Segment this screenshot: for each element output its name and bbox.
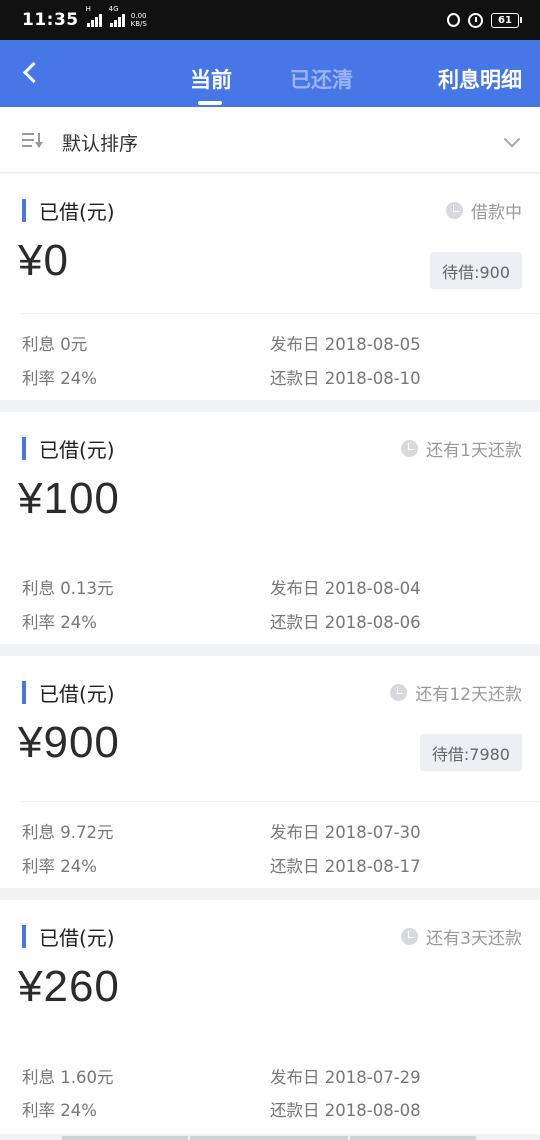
interest-rate: 利率 24% (22, 1101, 97, 1120)
loan-card[interactable]: 已借(元) 还有3天还款 ¥260 利息 1.60元 发布日 2018-07-2… (0, 900, 540, 1134)
chevron-down-icon[interactable] (503, 130, 521, 148)
top-nav-bar: 当前 已还清 利息明细 (0, 40, 540, 107)
status-time: 11:35 (22, 10, 79, 30)
repay-date: 还款日 2018-08-17 (270, 857, 421, 876)
borrowed-amount: ¥900 (18, 718, 120, 767)
alarm-icon (468, 12, 483, 28)
loan-status: 还有12天还款 (390, 680, 522, 705)
title-accent-bar (22, 924, 26, 948)
tab-paid-off[interactable]: 已还清 (290, 64, 353, 94)
repay-date: 还款日 2018-08-08 (270, 1101, 421, 1120)
borrowed-amount: ¥260 (18, 962, 120, 1011)
pending-badge: 待借:7980 (419, 734, 522, 771)
issue-date: 发布日 2018-08-05 (270, 335, 421, 354)
divider (22, 801, 540, 802)
title-accent-bar (22, 680, 26, 704)
card-title: 已借(元) (22, 198, 115, 224)
clock-icon (446, 202, 463, 219)
card-title: 已借(元) (22, 924, 115, 950)
card-title: 已借(元) (22, 680, 115, 706)
repay-date: 还款日 2018-08-10 (270, 369, 421, 388)
loan-card[interactable]: 已借(元) 借款中 ¥0 待借:900 利息 0元 发布日 2018-08-05… (0, 174, 540, 400)
clock-icon (390, 684, 408, 701)
clock-icon (401, 440, 419, 457)
issue-date: 发布日 2018-08-04 (270, 579, 421, 598)
card-title: 已借(元) (22, 436, 115, 462)
loan-card[interactable]: 已借(元) 还有1天还款 ¥100 利息 0.13元 发布日 2018-08-0… (0, 412, 540, 644)
issue-date: 发布日 2018-07-30 (270, 823, 421, 842)
interest-value: 利息 0.13元 (22, 579, 114, 598)
repay-date: 还款日 2018-08-06 (270, 613, 421, 632)
interest-rate: 利率 24% (22, 857, 97, 876)
status-bar: 11:35 H 4G 0.00 KB/S 61 (0, 0, 540, 40)
borrowed-amount: ¥0 (18, 236, 69, 285)
interest-value: 利息 9.72元 (22, 823, 114, 842)
battery-icon: 61 (491, 12, 522, 28)
sort-bar[interactable]: 默认排序 (0, 107, 540, 173)
lock-icon (447, 13, 460, 27)
network-speed: 0.00 KB/S (130, 12, 147, 28)
active-tab-indicator (198, 101, 222, 105)
loan-status: 还有1天还款 (401, 436, 522, 461)
scroll-indicator (0, 1134, 540, 1140)
signal-4g-icon: 4G (109, 5, 125, 27)
battery-level: 61 (491, 12, 519, 28)
interest-value: 利息 1.60元 (22, 1068, 114, 1087)
tab-current[interactable]: 当前 (190, 64, 232, 94)
loan-status: 借款中 (446, 198, 522, 223)
pending-badge: 待借:900 (430, 252, 522, 289)
sort-icon (22, 133, 44, 149)
interest-rate: 利率 24% (22, 369, 97, 388)
interest-rate: 利率 24% (22, 613, 97, 632)
loan-card[interactable]: 已借(元) 还有12天还款 ¥900 待借:7980 利息 9.72元 发布日 … (0, 656, 540, 888)
loan-status: 还有3天还款 (401, 924, 522, 949)
interest-details-link[interactable]: 利息明细 (438, 64, 522, 94)
interest-value: 利息 0元 (22, 335, 88, 354)
title-accent-bar (22, 198, 26, 222)
signal-icon: H (86, 5, 102, 27)
title-accent-bar (22, 436, 26, 460)
divider (22, 313, 540, 314)
borrowed-amount: ¥100 (18, 474, 120, 523)
clock-icon (401, 928, 419, 945)
issue-date: 发布日 2018-07-29 (270, 1068, 421, 1087)
back-arrow-icon[interactable] (20, 62, 42, 84)
sort-label: 默认排序 (62, 133, 139, 155)
